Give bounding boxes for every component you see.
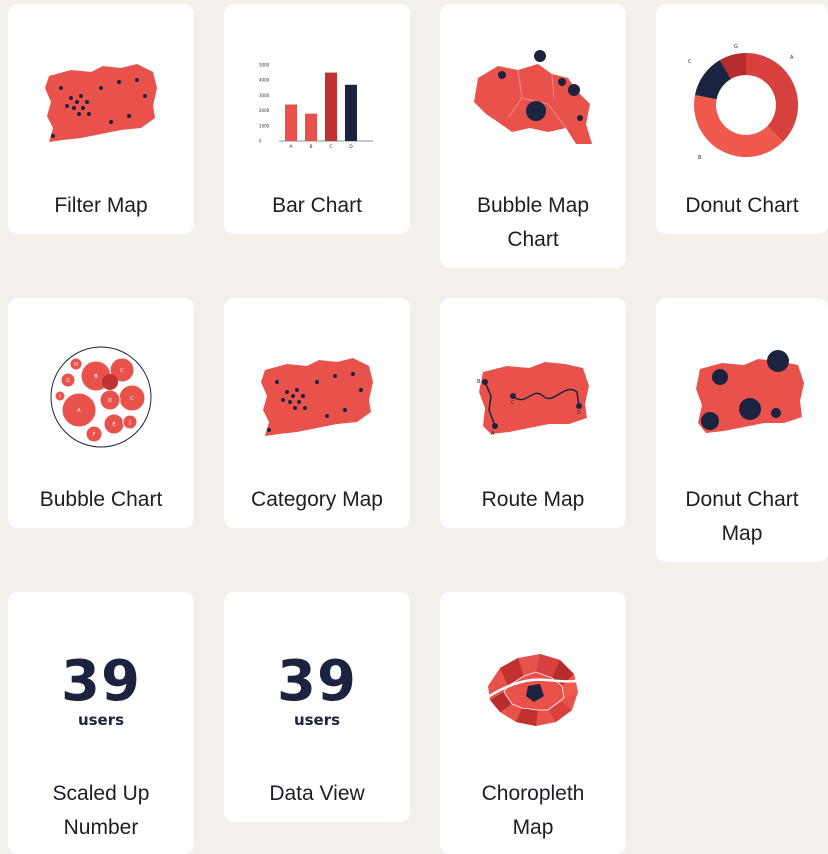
route-label-a: A [491, 431, 495, 437]
number-unit: users [293, 711, 341, 729]
card-label: Route Map [481, 488, 585, 511]
y-tick-label: 0 [259, 139, 262, 144]
number-unit: users [77, 711, 125, 729]
card-label: Category Map [251, 488, 383, 511]
card-data-view[interactable]: 39 users Data View [224, 592, 410, 822]
card-label: Donut Chart Map [685, 488, 799, 545]
big-number: 39 [61, 649, 141, 714]
route-label-b: B [477, 379, 481, 385]
donut-chart-icon: A B C G [656, 44, 828, 162]
x-tick-label: B [309, 144, 312, 150]
card-label: Donut Chart [685, 194, 799, 217]
card-label: Bar Chart [272, 194, 362, 217]
x-tick-label: D [349, 144, 353, 150]
card-label: Choropleth Map [481, 782, 585, 839]
card-donut-chart-map[interactable]: Donut Chart Map [656, 298, 828, 562]
card-label: Scaled Up Number [52, 782, 150, 839]
card-route-map[interactable]: A B C D Route Map [440, 298, 626, 528]
category-map-icon [224, 338, 410, 456]
y-tick-label: 4000 [259, 78, 270, 83]
bubble-label: I [59, 394, 60, 400]
bar-chart-icon: 5000 4000 3000 2000 1000 0 A B C D [224, 44, 410, 162]
y-tick-label: 1000 [259, 123, 270, 128]
card-filter-map[interactable]: Filter Map [8, 4, 194, 234]
card-bar-chart[interactable]: 5000 4000 3000 2000 1000 0 A B C D Bar Chart [224, 4, 410, 234]
scaled-up-number-icon: 39 users [8, 632, 194, 750]
y-tick-label: 3000 [259, 93, 270, 98]
bar [285, 104, 297, 141]
bar [305, 113, 317, 141]
bar [325, 72, 337, 141]
y-tick-label: 5000 [259, 63, 270, 68]
filter-map-icon [8, 44, 194, 162]
donut-label-a: A [790, 55, 794, 61]
data-view-icon: 39 users [224, 632, 410, 750]
card-label: Data View [269, 782, 365, 805]
bubble-label: B [94, 374, 98, 380]
route-label-c: C [511, 400, 515, 406]
bubble-label: D [108, 398, 112, 404]
donut-label-c: C [688, 59, 692, 65]
card-label: Bubble Chart [39, 488, 163, 511]
y-tick-label: 2000 [259, 108, 270, 113]
bubble-label: F [93, 432, 96, 438]
big-number: 39 [277, 649, 357, 714]
bubble-map-chart-icon [440, 44, 626, 162]
donut-label-g: G [734, 44, 738, 50]
bubble-label: A [77, 408, 81, 414]
bubble-chart-icon: A B C C D E F G H I J [8, 338, 194, 456]
card-category-map[interactable]: Category Map [224, 298, 410, 528]
card-scaled-up-number[interactable]: 39 users Scaled Up Number [8, 592, 194, 854]
x-tick-label: C [329, 144, 332, 150]
card-choropleth-map[interactable]: Choropleth Map [440, 592, 626, 854]
x-tick-label: A [289, 144, 293, 150]
bar [345, 84, 357, 141]
choropleth-map-icon [440, 632, 626, 750]
donut-label-b: B [698, 155, 702, 161]
bubble-label: G [66, 378, 70, 384]
card-bubble-map-chart[interactable]: Bubble Map Chart [440, 4, 626, 268]
route-label-d: D [577, 410, 581, 416]
bubble-label: H [74, 362, 78, 368]
route-map-icon: A B C D [440, 338, 626, 456]
donut-chart-map-icon [656, 338, 828, 456]
bubble-label: E [112, 422, 115, 428]
card-bubble-chart[interactable]: A B C C D E F G H I J Bubble Chart [8, 298, 194, 528]
bubble-label: J [128, 420, 130, 426]
card-label: Bubble Map Chart [476, 194, 590, 251]
card-donut-chart[interactable]: A B C G Donut Chart [656, 4, 828, 234]
bubble-label: C [120, 368, 124, 374]
card-label: Filter Map [54, 194, 148, 217]
bubble-label: C [130, 396, 134, 402]
